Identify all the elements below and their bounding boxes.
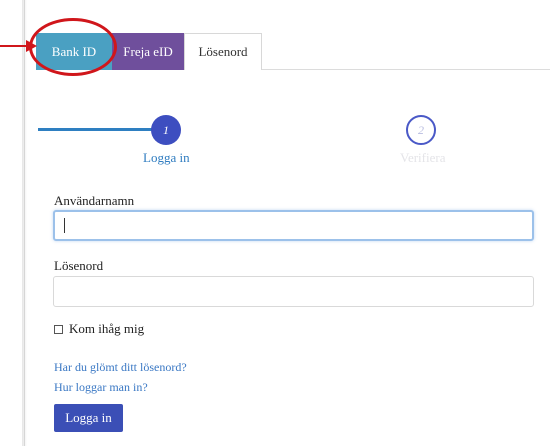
- remember-me-label: Kom ihåg mig: [69, 321, 145, 336]
- username-input[interactable]: [53, 210, 534, 241]
- annotation-circle: [29, 18, 117, 76]
- step-1-label: Logga in: [143, 150, 190, 165]
- remember-me-checkbox[interactable]: [54, 324, 63, 334]
- password-input[interactable]: [53, 276, 534, 307]
- page-frame-edge: [24, 0, 25, 446]
- remember-me: Kom ihåg mig: [54, 321, 144, 337]
- login-button[interactable]: Logga in: [54, 404, 123, 432]
- step-2-label: Verifiera: [400, 150, 446, 165]
- tab-freja-eid[interactable]: Freja eID: [112, 33, 184, 70]
- step-1-indicator: 1: [151, 115, 181, 145]
- password-label: Lösenord: [54, 258, 104, 273]
- text-caret: [64, 218, 65, 233]
- forgot-password-link[interactable]: Har du glömt ditt lösenord?: [54, 360, 187, 375]
- stepper-progress-line: [38, 128, 156, 131]
- tab-password[interactable]: Lösenord: [184, 33, 262, 70]
- username-label: Användarnamn: [54, 193, 135, 208]
- how-to-login-link[interactable]: Hur loggar man in?: [54, 380, 148, 395]
- annotation-arrow-icon: [0, 40, 37, 52]
- step-2-indicator: 2: [406, 115, 436, 145]
- tabs-divider: [262, 69, 550, 70]
